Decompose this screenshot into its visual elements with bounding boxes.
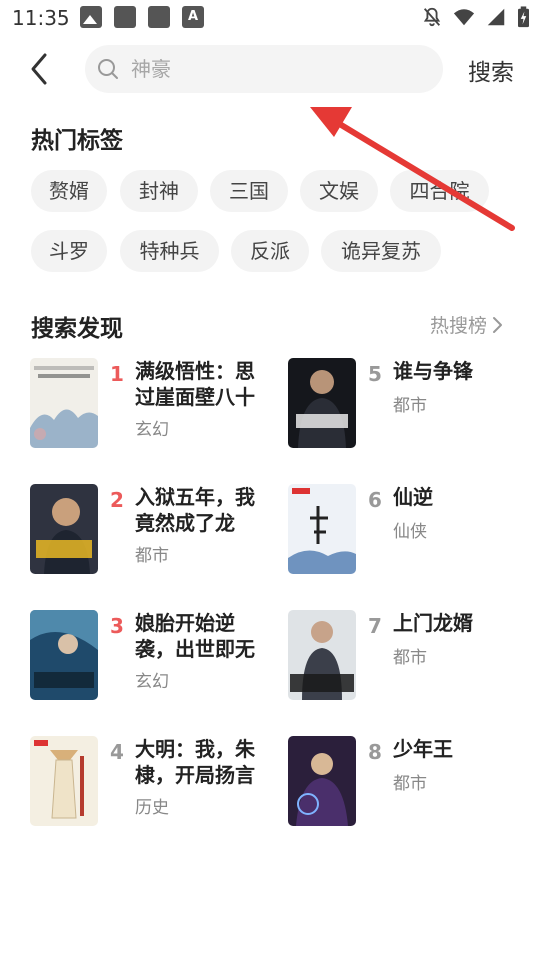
book-title: 仙逆 bbox=[393, 485, 433, 509]
book-title: 谁与争锋 bbox=[393, 359, 473, 383]
book-cover bbox=[30, 610, 98, 700]
book-cover bbox=[30, 358, 98, 448]
rank-number: 5 bbox=[368, 362, 382, 386]
book-item[interactable]: 4 大明：我，朱棣，开局扬言 历史 bbox=[30, 736, 270, 836]
book-cover bbox=[288, 358, 356, 448]
tag-chip[interactable]: 反派 bbox=[231, 230, 309, 272]
rank-number: 6 bbox=[368, 488, 382, 512]
chevron-right-icon bbox=[493, 316, 503, 333]
back-button[interactable] bbox=[24, 52, 56, 86]
book-genre: 都市 bbox=[393, 774, 427, 794]
book-item[interactable]: 8 少年王 都市 bbox=[288, 736, 528, 836]
chevron-left-icon bbox=[31, 53, 47, 85]
book-title: 大明：我，朱棣，开局扬言 bbox=[135, 737, 255, 787]
rank-number: 7 bbox=[368, 614, 382, 638]
tag-chip[interactable]: 三国 bbox=[210, 170, 288, 212]
notification-square-icon bbox=[114, 6, 136, 28]
tag-chip[interactable]: 四合院 bbox=[390, 170, 489, 212]
rank-number: 4 bbox=[110, 740, 124, 764]
hot-rank-label: 热搜榜 bbox=[430, 315, 488, 337]
book-cover bbox=[288, 610, 356, 700]
book-cover bbox=[30, 736, 98, 826]
book-genre: 都市 bbox=[393, 648, 427, 668]
tag-chip[interactable]: 诡异复苏 bbox=[321, 230, 441, 272]
book-cover bbox=[288, 484, 356, 574]
book-item[interactable]: 6 仙逆 仙侠 bbox=[288, 484, 528, 584]
rank-number: 1 bbox=[110, 362, 124, 386]
book-item[interactable]: 5 谁与争锋 都市 bbox=[288, 358, 528, 458]
book-title: 少年王 bbox=[393, 737, 453, 761]
tag-chip[interactable]: 赘婿 bbox=[31, 170, 107, 212]
hot-tags-title: 热门标签 bbox=[31, 128, 123, 154]
image-icon bbox=[80, 6, 102, 28]
book-item[interactable]: 3 娘胎开始逆袭，出世即无 玄幻 bbox=[30, 610, 270, 710]
status-bar: 11:35 A bbox=[0, 0, 540, 36]
notification-square-icon bbox=[148, 6, 170, 28]
book-genre: 玄幻 bbox=[135, 420, 169, 440]
mute-bell-icon bbox=[423, 7, 441, 27]
rank-number: 8 bbox=[368, 740, 382, 764]
book-genre: 仙侠 bbox=[393, 522, 427, 542]
book-title: 娘胎开始逆袭，出世即无 bbox=[135, 611, 255, 661]
book-genre: 都市 bbox=[393, 396, 427, 416]
book-genre: 都市 bbox=[135, 546, 169, 566]
rank-number: 2 bbox=[110, 488, 124, 512]
search-discover-title: 搜索发现 bbox=[31, 316, 123, 342]
rank-number: 3 bbox=[110, 614, 124, 638]
text-a-icon: A bbox=[182, 6, 204, 28]
book-title: 入狱五年，我竟然成了龙 bbox=[135, 485, 255, 535]
book-item[interactable]: 1 满级悟性：思过崖面壁八十 玄幻 bbox=[30, 358, 270, 458]
book-title: 上门龙婿 bbox=[393, 611, 473, 635]
book-genre: 玄幻 bbox=[135, 672, 169, 692]
battery-charging-icon bbox=[518, 6, 529, 28]
tag-chip[interactable]: 封神 bbox=[120, 170, 198, 212]
hot-rank-link[interactable]: 热搜榜 bbox=[430, 311, 503, 338]
book-title: 满级悟性：思过崖面壁八十 bbox=[135, 359, 255, 409]
tag-chip[interactable]: 斗罗 bbox=[31, 230, 107, 272]
search-icon bbox=[98, 59, 118, 79]
book-item[interactable]: 2 入狱五年，我竟然成了龙 都市 bbox=[30, 484, 270, 584]
status-notification-icons: A bbox=[80, 6, 204, 28]
wifi-icon bbox=[453, 9, 475, 26]
cell-signal-icon bbox=[487, 8, 505, 26]
search-input[interactable] bbox=[131, 45, 431, 93]
book-genre: 历史 bbox=[135, 798, 169, 818]
book-cover bbox=[288, 736, 356, 826]
book-cover bbox=[30, 484, 98, 574]
book-item[interactable]: 7 上门龙婿 都市 bbox=[288, 610, 528, 710]
tag-chip[interactable]: 文娱 bbox=[300, 170, 378, 212]
search-bar[interactable] bbox=[85, 45, 443, 93]
tag-chip[interactable]: 特种兵 bbox=[120, 230, 219, 272]
status-time: 11:35 bbox=[12, 6, 70, 30]
status-system-icons bbox=[421, 6, 530, 28]
search-button[interactable]: 搜索 bbox=[468, 53, 514, 87]
